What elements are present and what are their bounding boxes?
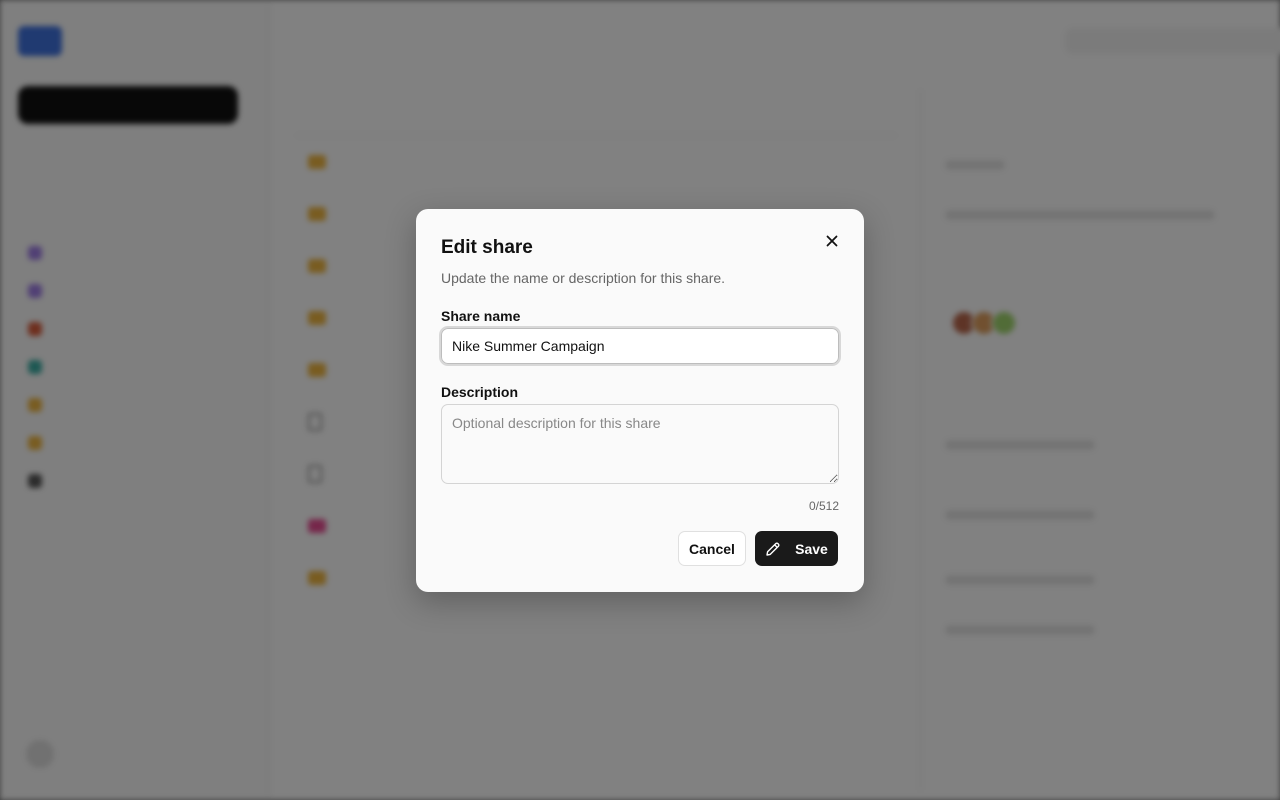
description-textarea[interactable] <box>441 404 839 484</box>
description-label: Description <box>441 384 519 400</box>
share-name-input[interactable] <box>439 326 841 366</box>
dialog-subtitle: Update the name or description for this … <box>441 270 726 286</box>
edit-share-dialog: Edit share Update the name or descriptio… <box>416 209 864 592</box>
dialog-title: Edit share <box>441 237 533 258</box>
cancel-button[interactable]: Cancel <box>678 531 746 566</box>
pencil-icon <box>766 541 780 556</box>
close-icon <box>826 235 838 247</box>
save-label: Save <box>795 540 828 557</box>
save-button[interactable]: Save <box>755 531 838 566</box>
close-button[interactable] <box>822 231 842 251</box>
share-name-label: Share name <box>441 308 521 324</box>
character-counter: 0/512 <box>808 499 839 513</box>
